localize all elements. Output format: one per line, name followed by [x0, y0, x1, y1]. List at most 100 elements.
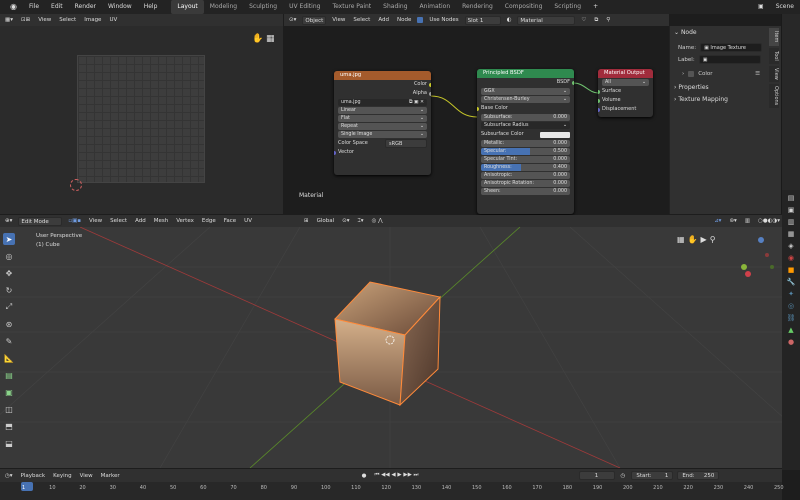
uv-menu-view[interactable]: View [36, 17, 53, 23]
rotate-tool-icon[interactable]: ↻ [3, 284, 15, 296]
base-color-socket[interactable] [477, 106, 479, 111]
editor-type-icon[interactable]: ▦▾ [3, 17, 15, 23]
select-mode-icons[interactable]: ▫▣▪ [66, 218, 83, 224]
image-select-field[interactable]: uma.jpg ⧉ ▣ ✕ [338, 99, 427, 106]
inset-tool-icon[interactable]: ◫ [3, 403, 15, 415]
transform-orientation-select[interactable]: Global [315, 218, 337, 224]
annotate-tool-icon[interactable]: ✎ [3, 335, 15, 347]
uv-mode-icons[interactable]: ⊡⊞ [19, 17, 32, 23]
gizmo-neg-y-axis-icon[interactable] [770, 265, 774, 269]
pivot-icon[interactable]: ⊙▾ [340, 218, 351, 224]
select-box-tool-icon[interactable]: ➤ [3, 233, 15, 245]
subsurface-color-swatch[interactable] [540, 131, 570, 138]
gizmo-x-axis-icon[interactable] [745, 271, 751, 277]
blender-logo-icon[interactable]: ◉ [4, 0, 23, 14]
tab-layout[interactable]: Layout [171, 0, 204, 14]
gizmo-z-axis-icon[interactable] [758, 237, 764, 243]
output-properties-icon[interactable]: ▥ [788, 218, 795, 226]
transform-tool-icon[interactable]: ⊛ [3, 318, 15, 330]
extension-select[interactable]: Repeat ⌄ [338, 123, 427, 130]
projection-select[interactable]: Flat ⌄ [338, 115, 427, 122]
displacement-socket[interactable] [598, 107, 600, 112]
2d-cursor-icon[interactable] [70, 179, 82, 191]
view3d-menu-face[interactable]: Face [222, 218, 238, 224]
tab-item[interactable]: Item [769, 28, 779, 46]
view3d-menu-uv[interactable]: UV [242, 218, 254, 224]
color-space-select[interactable]: sRGB [385, 139, 427, 148]
menu-file[interactable]: File [23, 0, 45, 14]
bsdf-row-specular[interactable]: Specular: 0.500 [481, 148, 570, 155]
vector-socket[interactable] [334, 150, 336, 155]
world-properties-icon[interactable]: ◉ [788, 254, 794, 262]
tab-tool[interactable]: Tool [769, 48, 779, 64]
timeline-menu-keying[interactable]: Keying [51, 473, 73, 479]
add-workspace-icon[interactable]: + [587, 0, 604, 14]
view3d-menu-select[interactable]: Select [108, 218, 129, 224]
output-target-select[interactable]: All ⌄ [602, 79, 649, 86]
tab-animation[interactable]: Animation [414, 0, 457, 14]
material-properties-icon[interactable]: ● [788, 338, 794, 346]
image-texture-node[interactable]: uma.jpg Color Alpha uma.jpg ⧉ ▣ ✕ Linear ⌄… [334, 71, 431, 175]
overlays-icon[interactable]: ⊚▾ [727, 218, 738, 224]
sidebar-panel-node[interactable]: ⌄ Node [674, 29, 697, 36]
menu-help[interactable]: Help [138, 0, 164, 14]
menu-render[interactable]: Render [69, 0, 102, 14]
tab-shading[interactable]: Shading [377, 0, 413, 14]
properties-panel-header[interactable]: › Properties [674, 84, 709, 91]
scene-icon[interactable]: ▣ [752, 0, 770, 14]
view3d-menu-edge[interactable]: Edge [200, 218, 218, 224]
render-properties-icon[interactable]: ▣ [788, 206, 795, 214]
uv-menu-image[interactable]: Image [82, 17, 103, 23]
subsurface-method-select[interactable]: Christensen-Burley ⌄ [481, 96, 570, 103]
list-icon[interactable]: ☰ [755, 71, 760, 77]
bsdf-row-anisotropic-rotation[interactable]: Anisotropic Rotation: 0.000 [481, 180, 570, 187]
label-field[interactable]: ▣ [698, 55, 761, 64]
view3d-menu-add[interactable]: Add [133, 218, 148, 224]
start-frame-field[interactable]: Start: 1 [631, 471, 674, 480]
texture-mapping-panel-header[interactable]: › Texture Mapping [674, 96, 728, 103]
end-frame-field[interactable]: End: 250 [677, 471, 720, 480]
textured-cube[interactable] [330, 277, 450, 407]
timeline-menu-marker[interactable]: Marker [99, 473, 122, 479]
tab-texture-paint[interactable]: Texture Paint [326, 0, 377, 14]
uv-menu-select[interactable]: Select [57, 17, 78, 23]
snap-icon[interactable]: ⌶▾ [356, 218, 366, 225]
tab-sculpting[interactable]: Sculpting [243, 0, 283, 14]
material-output-node[interactable]: Material Output All ⌄ Surface Volume Disp… [598, 69, 653, 117]
viewport-type-icon[interactable]: ⊕▾ [3, 218, 14, 224]
tab-modeling[interactable]: Modeling [204, 0, 243, 14]
view3d-menu-vertex[interactable]: Vertex [174, 218, 196, 224]
name-field[interactable]: ▣ Image Texture [700, 43, 763, 52]
alpha-socket[interactable] [429, 91, 431, 96]
image-buttons-icon[interactable]: ⧉ ▣ ✕ [409, 99, 424, 106]
bevel-tool-icon[interactable]: ⬒ [3, 420, 15, 432]
view3d-menu-mesh[interactable]: Mesh [152, 218, 170, 224]
gizmo-neg-x-axis-icon[interactable] [765, 253, 769, 257]
view3d-menu-view[interactable]: View [87, 218, 104, 224]
move-tool-icon[interactable]: ✥ [3, 267, 15, 279]
timeline-menu-playback[interactable]: Playback [19, 473, 48, 479]
chevron-right-icon[interactable]: › [682, 71, 684, 77]
shading-mode-icons[interactable]: ○●◐◑▾ [756, 218, 782, 224]
grid-view-icon[interactable]: ▦ [677, 235, 685, 244]
hand-tool-icon[interactable]: ✋ [252, 34, 263, 44]
navigation-gizmo[interactable] [735, 237, 775, 277]
modifier-properties-icon[interactable]: 🔧 [787, 278, 796, 286]
transform-orientation-icon[interactable]: ⊞ [302, 218, 311, 224]
principled-bsdf-node[interactable]: Principled BSDF BSDF GGX ⌄ Christensen-Bu… [477, 69, 574, 214]
bsdf-row-subsurface[interactable]: Subsurface: 0.000 [481, 114, 570, 121]
bsdf-row-roughness[interactable]: Roughness: 0.400 [481, 164, 570, 171]
color-checkbox[interactable] [688, 71, 695, 77]
tab-scripting[interactable]: Scripting [548, 0, 587, 14]
proportional-icon[interactable]: ◎ ⋀ [370, 218, 385, 224]
bsdf-socket[interactable] [572, 80, 574, 85]
loop-cut-tool-icon[interactable]: ⬓ [3, 437, 15, 449]
gizmo-toggle-icon[interactable]: ⊿▾ [712, 218, 723, 224]
bsdf-row-sheen[interactable]: Sheen: 0.000 [481, 188, 570, 195]
extrude-tool-icon[interactable]: ▣ [3, 386, 15, 398]
measure-tool-icon[interactable]: 📐 [3, 352, 15, 364]
timeline-type-icon[interactable]: ◷▾ [3, 473, 15, 479]
bsdf-row-metallic[interactable]: Metallic: 0.000 [481, 140, 570, 147]
gizmo-y-axis-icon[interactable] [741, 264, 747, 270]
menu-window[interactable]: Window [102, 0, 138, 14]
